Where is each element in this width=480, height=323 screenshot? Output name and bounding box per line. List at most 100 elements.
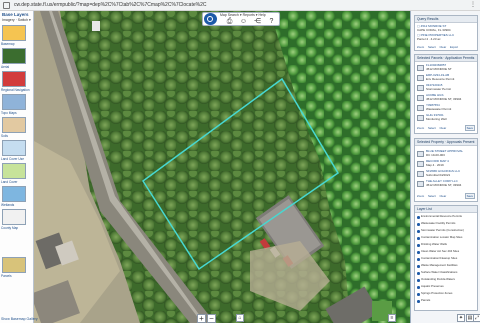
county-map-tile[interactable]	[2, 209, 26, 225]
thumbnail	[417, 151, 424, 157]
layer-item[interactable]: Parcels	[421, 298, 430, 302]
section-header: Layer List	[415, 206, 477, 213]
land-cover-use-tile[interactable]	[2, 140, 26, 156]
land-cover-tile[interactable]	[2, 163, 26, 179]
select-action[interactable]: Select	[428, 45, 436, 49]
clear-action[interactable]: Clear	[440, 126, 447, 130]
thumbnail	[417, 161, 424, 167]
regional-nav-label: Regional Navigation	[1, 88, 30, 92]
section-header: Query Results	[415, 16, 477, 23]
bullet-icon	[417, 300, 420, 303]
layer-item[interactable]: Environmental Resource Permits	[421, 214, 462, 218]
help-icon[interactable]: ?	[267, 17, 276, 26]
list-item[interactable]: ▢ 4512 MONROE ST CAPE CORAL, FL 33904	[417, 24, 451, 32]
basemap-gallery-link[interactable]: Show Basemap Gallery	[1, 317, 38, 321]
aerial-label: Aerial	[1, 65, 10, 69]
soils-tile[interactable]	[2, 117, 26, 133]
aerial-imagery	[0, 11, 480, 323]
page-icon	[3, 2, 10, 9]
list-item[interactable]: 0347220115 Stormwater Permit	[426, 83, 451, 91]
map-toolbar: Map Search ▾ Reports ▾ Help ⎙ ☺ ⋲ ?	[202, 12, 280, 26]
layer-item[interactable]: Contamination/Cleanup Sites	[421, 256, 457, 260]
expand-icon[interactable]: ⤢	[473, 314, 480, 322]
layer-item[interactable]: Contamination Locator Map Sites	[421, 235, 462, 239]
thumbnail	[417, 181, 424, 187]
county-map-label: County Map	[1, 226, 19, 230]
dep-logo-icon[interactable]	[204, 13, 217, 25]
wetlands-label: Wetlands	[1, 203, 15, 207]
approvals-section: Selected Property · Approvals Present BL…	[414, 138, 478, 202]
basemap-panel: Base Layers Imagery · Switch ▾ Basemap A…	[0, 11, 38, 323]
layer-item[interactable]: Waste Management Facilities	[421, 263, 458, 267]
list-item[interactable]: BLUE STREET APPROVAL DC 19-00-003	[426, 149, 463, 157]
compass-icon[interactable]: ✦	[457, 314, 465, 322]
thumbnail	[417, 65, 424, 71]
layers-icon[interactable]: ≡	[388, 314, 396, 322]
select-action[interactable]: Select	[428, 126, 436, 130]
thumbnail	[417, 75, 424, 81]
zoom-action[interactable]: Zoom	[417, 45, 424, 49]
aerial-tile[interactable]	[2, 48, 26, 64]
zoom-action[interactable]: Zoom	[417, 194, 424, 198]
person-icon[interactable]: ☺	[239, 17, 248, 26]
thumbnail	[417, 115, 424, 121]
list-item[interactable]: THE ALLEY CORP LLC 4512 MONROE ST, 33904	[426, 179, 461, 187]
list-item[interactable]: ▢ PINE PROPERTIES LLC Parcel 4 · 4.23 ac	[417, 33, 454, 41]
bullet-icon	[417, 216, 420, 219]
layer-item[interactable]: Aquatic Preserves	[421, 284, 444, 288]
zoom-out-button[interactable]: −	[207, 314, 216, 323]
browser-address-bar[interactable]: cw.dep.state.fl.us/ermpublic/?map=dep%2C…	[0, 0, 480, 11]
thumbnail	[417, 105, 424, 111]
list-item[interactable]: Y0987654 Wastewater Permit	[426, 103, 451, 111]
parcels-tile[interactable]	[2, 257, 26, 273]
layer-item[interactable]: Surface Water Classifications	[421, 270, 457, 274]
bullet-icon	[417, 223, 420, 226]
bullet-icon	[417, 237, 420, 240]
panel-subtitle[interactable]: Imagery · Switch ▾	[2, 18, 31, 22]
share-icon[interactable]: ⋲	[253, 17, 262, 26]
basemap-label: Basemap	[1, 42, 15, 46]
bullet-icon	[417, 265, 420, 268]
layer-item[interactable]: Wastewater Facility Permits	[421, 221, 455, 225]
list-item[interactable]: RECORD MAP 4 Map 4 · 2019	[426, 159, 449, 167]
layer-item[interactable]: Drinking Water Wells	[421, 242, 447, 246]
bullet-icon	[417, 244, 420, 247]
section-actions: Zoom Select Clear Export	[417, 45, 461, 49]
zoom-action[interactable]: Zoom	[417, 126, 424, 130]
bullet-icon	[417, 279, 420, 282]
bullet-icon	[417, 286, 420, 289]
home-icon[interactable]: ⌂	[236, 314, 244, 322]
layer-item[interactable]: Clean Water Act Sec 404 Sites	[421, 249, 459, 253]
export-action[interactable]: Export	[450, 45, 458, 49]
bullet-icon	[417, 293, 420, 296]
list-item[interactable]: SFWMD HOLDINGS LLC Submittal 04/2021	[426, 169, 460, 177]
print-icon[interactable]: ⎙	[225, 17, 234, 26]
layer-item[interactable]: Springs Protection Zones	[421, 291, 452, 295]
list-item[interactable]: ACKBE HGS 4512 MONROE ST, 33904	[426, 93, 461, 101]
clear-action[interactable]: Clear	[440, 45, 447, 49]
map-canvas[interactable]: + − ⌂ ≡	[0, 11, 480, 323]
topo-tile[interactable]	[2, 94, 26, 110]
list-item[interactable]: GHG 337001 Monitoring Well	[426, 113, 447, 121]
list-item[interactable]: FL1002384857 4512 MONROE ST	[426, 63, 452, 71]
basemap-tile[interactable]	[2, 25, 26, 41]
application-permits-section: Selected Parcels · Application Permits F…	[414, 54, 478, 134]
soils-label: Soils	[1, 134, 8, 138]
clear-action[interactable]: Clear	[440, 194, 447, 198]
url-text[interactable]: cw.dep.state.fl.us/ermpublic/?map=dep%2C…	[14, 1, 206, 10]
layer-item[interactable]: Stormwater Permits (Construction)	[421, 228, 464, 232]
save-button[interactable]: Save	[464, 125, 475, 131]
layer-list-section: Layer List Environmental Resource Permit…	[414, 205, 478, 311]
land-cover-use-label: Land Cover Use	[1, 157, 25, 161]
parcels-label: Parcels	[1, 274, 12, 278]
select-action[interactable]: Select	[428, 194, 436, 198]
zoom-in-button[interactable]: +	[197, 314, 206, 323]
regional-nav-tile[interactable]	[2, 71, 26, 87]
list-item[interactable]: ERP-0234-19-AB Env Resource Permit	[426, 73, 454, 81]
wetlands-tile[interactable]	[2, 186, 26, 202]
save-button[interactable]: Save	[464, 193, 475, 199]
thumbnail	[417, 171, 424, 177]
kebab-menu-icon[interactable]: ⋮	[470, 1, 476, 10]
layer-item[interactable]: Outstanding Florida Waters	[421, 277, 455, 281]
section-actions: Zoom Select Clear	[417, 194, 449, 198]
